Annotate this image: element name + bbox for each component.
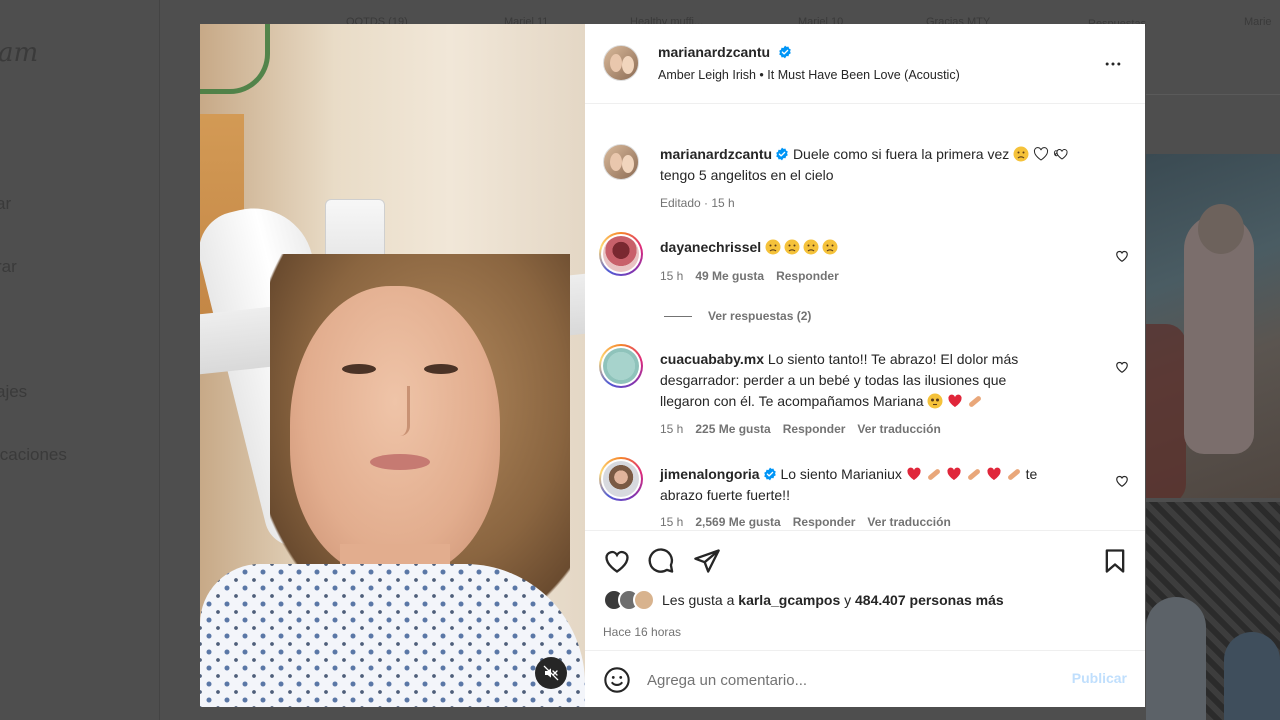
post-video[interactable] [200, 24, 585, 707]
sad-face-emoji-icon [765, 239, 781, 255]
comment-text-line: llegaron con él. Te acompañamos Mariana [660, 393, 924, 409]
comment-bubble-icon[interactable] [647, 547, 675, 575]
red-heart-emoji-icon [987, 467, 1001, 480]
red-heart-emoji-icon [947, 467, 961, 480]
post-side-panel: marianardzcantu Amber Leigh Irish • It M… [585, 24, 1145, 707]
liked-by-username[interactable]: karla_gcampos [738, 592, 840, 608]
background-nav-item: ar [0, 194, 12, 213]
background-nav-item: ajes [0, 382, 28, 401]
commenter-avatar[interactable] [599, 232, 643, 276]
comment-like-heart-icon[interactable] [1115, 474, 1129, 488]
likes-prefix: Les gusta a [662, 592, 735, 608]
comment-like-heart-icon[interactable] [1115, 360, 1129, 374]
emoji-picker-icon[interactable] [603, 666, 631, 694]
comment-input[interactable] [647, 665, 1047, 695]
background-grid-photo [1146, 154, 1280, 498]
replies-line [664, 315, 692, 317]
comment-like-heart-icon[interactable] [1115, 249, 1129, 263]
caption-text: marianardzcantu Duele como si fuera la p… [660, 144, 1130, 186]
verified-badge-icon [776, 147, 788, 161]
bandage-emoji-icon [1007, 469, 1020, 480]
comment-meta: 15 h 225 Me gusta Responder Ver traducción [660, 422, 953, 436]
speaker-muted-icon [543, 665, 559, 681]
liker-avatar[interactable] [633, 589, 655, 611]
post-actions: Les gusta a karla_gcampos y 484.407 pers… [585, 530, 1145, 650]
winged-heart-emoji-icon [1053, 149, 1068, 160]
comment-time: 15 h [660, 269, 684, 283]
view-replies-button[interactable]: Ver respuestas (2) [664, 309, 811, 323]
liked-by-row: Les gusta a karla_gcampos y 484.407 pers… [603, 589, 1004, 611]
verified-badge-icon [778, 45, 791, 59]
likes-connector: y [844, 592, 852, 608]
comment-time: 15 h [660, 422, 684, 436]
comment-text: dayanechrissel [660, 237, 838, 258]
background-grid-photo [1146, 502, 1280, 720]
author-avatar[interactable] [603, 45, 639, 81]
like-heart-icon[interactable] [603, 547, 631, 575]
comment-time: 15 h [660, 515, 684, 529]
red-heart-emoji-icon [948, 394, 962, 407]
sad-face-emoji-icon [803, 239, 819, 255]
reply-button[interactable]: Responder [776, 269, 839, 283]
publish-button[interactable]: Publicar [1072, 670, 1127, 686]
translate-button[interactable]: Ver traducción [867, 515, 950, 529]
caption-meta: Editado · 15 h [660, 196, 735, 210]
caption-username[interactable]: marianardzcantu [660, 146, 772, 162]
author-username[interactable]: marianardzcantu [658, 44, 770, 60]
share-paper-plane-icon[interactable] [693, 547, 721, 575]
comment-likes[interactable]: 225 Me gusta [695, 422, 770, 436]
background-highlight-label: Marie [1244, 16, 1272, 28]
comment-text-line: Lo siento Marianiux [780, 466, 902, 482]
comment-text: jimenalongoria Lo siento Marianiux te ab… [660, 464, 1100, 506]
music-attribution[interactable]: Amber Leigh Irish • It Must Have Been Lo… [658, 68, 960, 82]
comment-username[interactable]: cuacuababy.mx [660, 351, 764, 367]
comment-username[interactable]: dayanechrissel [660, 239, 761, 255]
background-nav-item: rar [0, 257, 17, 276]
comment-text-line: abrazo fuerte fuerte!! [660, 487, 790, 503]
reply-button[interactable]: Responder [783, 422, 846, 436]
post-header: marianardzcantu Amber Leigh Irish • It M… [585, 24, 1145, 104]
comment-likes[interactable]: 49 Me gusta [695, 269, 764, 283]
post-time-ago[interactable]: Hace 16 horas [603, 625, 681, 639]
caption-line-1: Duele como si fuera la primera vez [792, 146, 1010, 162]
translate-button[interactable]: Ver traducción [857, 422, 940, 436]
likes-summary: Les gusta a karla_gcampos y 484.407 pers… [662, 592, 1004, 608]
comment-meta: 15 h 2,569 Me gusta Responder Ver traducció… [660, 515, 963, 529]
background-logo: am [0, 38, 39, 68]
commenter-avatar[interactable] [599, 344, 643, 388]
post-modal: marianardzcantu Amber Leigh Irish • It M… [200, 24, 1145, 707]
sad-face-emoji-icon [1013, 146, 1029, 162]
save-bookmark-icon[interactable] [1101, 547, 1129, 575]
comment-text-line: te [1025, 466, 1038, 482]
mute-button[interactable] [535, 657, 567, 689]
comments-list[interactable]: marianardzcantu Duele como si fuera la p… [585, 104, 1145, 530]
view-replies-label: Ver respuestas (2) [708, 309, 812, 323]
white-heart-emoji-icon [1034, 147, 1049, 161]
likes-count[interactable]: 484.407 personas más [855, 592, 1004, 608]
more-dots-icon[interactable] [1103, 54, 1123, 74]
comment-text-line: desgarrador: perder a un bebé y todas la… [660, 372, 1007, 388]
sad-face-emoji-icon [822, 239, 838, 255]
caption-line-2: tengo 5 angelitos en el cielo [660, 167, 834, 183]
comment-meta: 15 h 49 Me gusta Responder [660, 269, 851, 283]
bandage-emoji-icon [927, 469, 940, 480]
sad-face-emoji-icon [784, 239, 800, 255]
caption-avatar[interactable] [603, 144, 639, 180]
verified-badge-icon [763, 467, 776, 481]
bandage-emoji-icon [969, 396, 982, 407]
teary-face-emoji-icon [927, 393, 943, 409]
commenter-avatar[interactable] [599, 457, 643, 501]
author-name-row: marianardzcantu [658, 44, 792, 62]
add-comment-bar: Publicar [585, 650, 1145, 707]
comment-username[interactable]: jimenalongoria [660, 466, 760, 482]
reply-button[interactable]: Responder [793, 515, 856, 529]
bandage-emoji-icon [967, 469, 980, 480]
comment-text: cuacuababy.mx Lo siento tanto!! Te abraz… [660, 349, 1100, 412]
comment-likes[interactable]: 2,569 Me gusta [695, 515, 780, 529]
background-divider [1146, 94, 1280, 95]
background-sidebar: am ar rar ajes icaciones [0, 0, 160, 720]
red-heart-emoji-icon [907, 467, 921, 480]
comment-text-line: Lo siento tanto!! Te abrazo! El dolor má… [767, 351, 1019, 367]
background-nav-item: icaciones [0, 445, 67, 464]
